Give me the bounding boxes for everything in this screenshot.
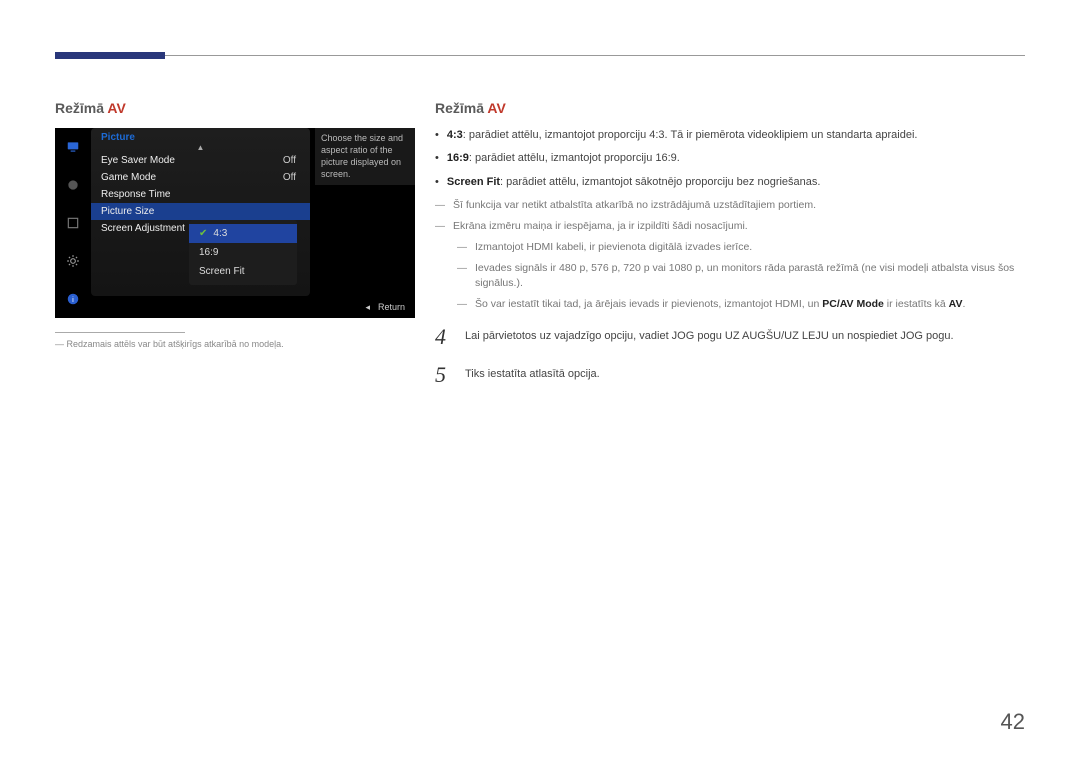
return-label: Return	[378, 302, 405, 312]
step-4: 4 Lai pārvietotos uz vajadzīgo opciju, v…	[435, 324, 1025, 350]
title-suffix: AV	[107, 100, 125, 116]
osd-row-gamemode: Game ModeOff	[91, 169, 310, 186]
osd-dropdown-item-43: ✔4:3	[189, 224, 297, 243]
right-column: Režīmā AV 4:3: parādiet attēlu, izmantoj…	[435, 100, 1025, 388]
right-title: Režīmā AV	[435, 100, 1025, 116]
title-prefix: Režīmā	[55, 100, 107, 116]
bullet-43: 4:3: parādiet attēlu, izmantojot proporc…	[435, 128, 1025, 143]
step-5: 5 Tiks iestatīta atlasītā opcija.	[435, 362, 1025, 388]
osd-row-picturesize: Picture Size	[91, 203, 310, 220]
check-icon: ✔	[199, 228, 207, 239]
title-suffix: AV	[487, 100, 505, 116]
subdash-2: Ievades signāls ir 480 p, 576 p, 720 p v…	[457, 261, 1025, 290]
monitor-icon	[55, 128, 91, 166]
osd-dropdown-item-screenfit: Screen Fit	[189, 262, 297, 281]
page-number: 42	[1001, 709, 1025, 735]
footnote: ― Redzamais attēls var būt atšķirīgs atk…	[55, 339, 405, 349]
osd-row-responsetime: Response Time	[91, 186, 310, 203]
left-title: Režīmā AV	[55, 100, 405, 116]
left-column: Režīmā AV i Pic	[55, 100, 435, 388]
divider	[55, 332, 185, 333]
bullet-screenfit: Screen Fit: parādiet attēlu, izmantojot …	[435, 175, 1025, 190]
subdash-3: Šo var iestatīt tikai tad, ja ārējais ie…	[457, 297, 1025, 312]
osd-arrow-up-icon: ▲	[91, 143, 310, 152]
dash-2: Ekrāna izmēru maiņa ir iespējama, ja ir …	[435, 219, 1025, 234]
title-prefix: Režīmā	[435, 100, 487, 116]
osd-row-eyesaver: Eye Saver ModeOff	[91, 152, 310, 169]
osd-dropdown-item-169: 16:9	[189, 243, 297, 262]
main-columns: Režīmā AV i Pic	[55, 100, 1025, 388]
subdash-1: Izmantojot HDMI kabeli, ir pievienota di…	[457, 240, 1025, 255]
resize-icon	[55, 204, 91, 242]
osd-sidebar: i	[55, 128, 91, 318]
bullet-169: 16:9: parādiet attēlu, izmantojot propor…	[435, 151, 1025, 166]
osd-screenshot: i Picture ▲ Eye Saver ModeOff Game ModeO…	[55, 128, 415, 318]
info-icon: i	[55, 280, 91, 318]
osd-panel-title: Picture	[91, 128, 310, 143]
gear-icon	[55, 242, 91, 280]
top-rule	[55, 55, 1025, 56]
dash-1: Šī funkcija var netikt atbalstīta atkarī…	[435, 198, 1025, 213]
osd-footer: ◂ Return	[91, 296, 415, 318]
color-icon	[55, 166, 91, 204]
nav-left-icon: ◂	[365, 302, 370, 313]
osd-dropdown: ✔4:3 16:9 Screen Fit	[189, 220, 297, 285]
osd-info-text: Choose the size and aspect ratio of the …	[315, 128, 415, 185]
